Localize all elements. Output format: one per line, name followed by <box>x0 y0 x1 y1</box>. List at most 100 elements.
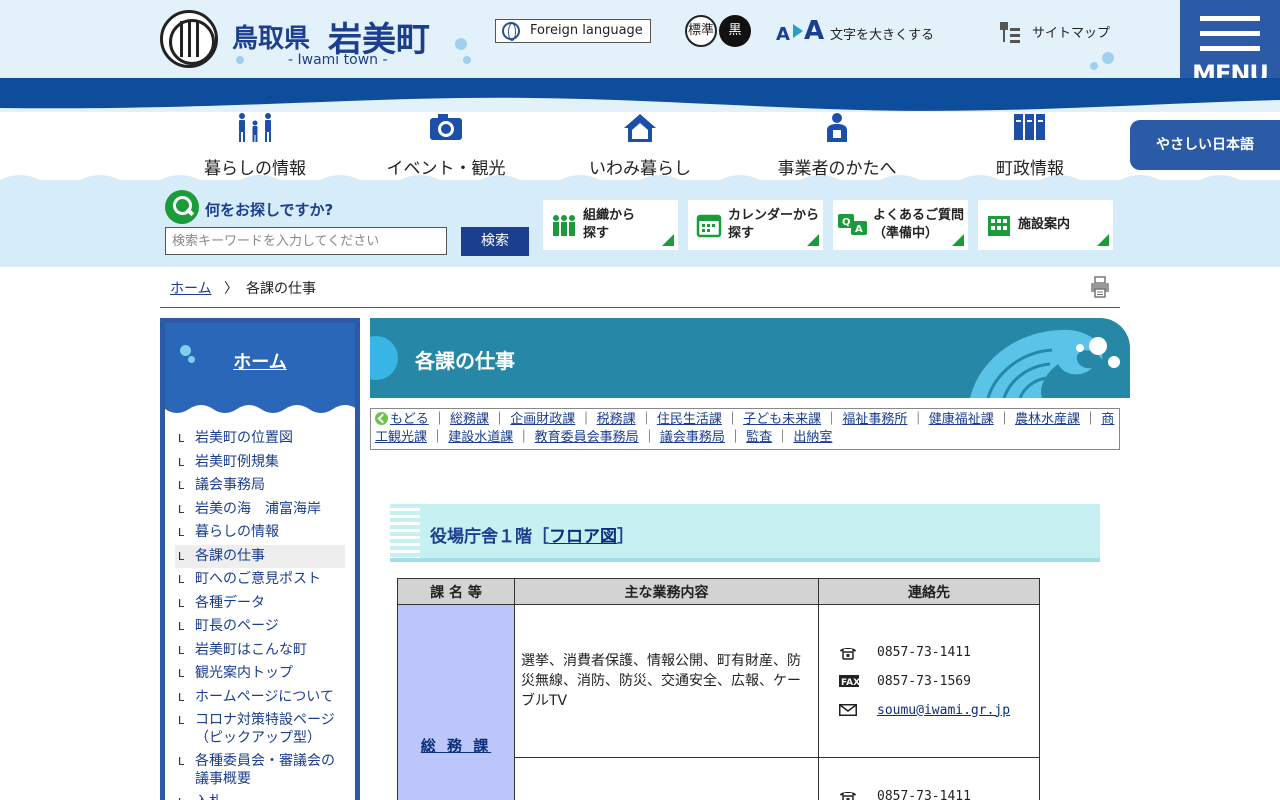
dept-contact-cell: 0857-73-1411 <box>818 757 1040 800</box>
side-nav-item[interactable]: L コロナ対策特設ページ（ピックアップ型） <box>175 709 345 750</box>
dept-link[interactable]: 教育委員会事務局 <box>535 430 639 445</box>
tel-line: 0857-73-1411 <box>837 638 1039 667</box>
side-nav-item-label: 町へのご意見ポスト <box>195 571 321 587</box>
print-icon[interactable] <box>1090 276 1110 298</box>
town-emblem-icon <box>160 10 218 68</box>
quick-link-label: カレンダーから 探す <box>728 208 820 241</box>
dept-link[interactable]: 子ども未来課 <box>743 412 821 427</box>
side-nav-item-label: 岩美町はこんな町 <box>195 641 307 658</box>
side-nav-item-label: 入札 <box>195 794 223 800</box>
floor-heading: 役場庁舎１階［フロア図］ <box>390 504 1100 562</box>
list-marker-icon: L <box>178 596 185 610</box>
side-nav-header-wave <box>165 405 355 419</box>
decor-bubble <box>1090 62 1098 70</box>
side-nav-item[interactable]: L 岩美町例規集 <box>175 451 345 475</box>
decor-bubble <box>463 56 471 64</box>
color-standard-button[interactable]: 標準 <box>685 15 717 47</box>
list-marker-icon: L <box>178 432 185 445</box>
side-nav-item-label: 岩美町の位置図 <box>195 430 293 446</box>
dept-link[interactable]: 建設水道課 <box>448 430 513 445</box>
foreign-language-select[interactable]: Foreign language <box>495 19 651 43</box>
breadcrumb-current: 各課の仕事 <box>246 281 316 297</box>
logo-subtitle: - Iwami town - <box>288 52 388 68</box>
email-link[interactable]: soumu@iwami.gr.jp <box>877 703 1010 718</box>
email-line: soumu@iwami.gr.jp <box>837 696 1039 725</box>
side-nav-item-label: 観光案内トップ <box>195 665 293 681</box>
side-nav-item[interactable]: L 岩美町はこんな町 <box>175 639 345 663</box>
sitemap-label: サイトマップ <box>1032 26 1111 41</box>
side-nav-item[interactable]: L 町長のページ <box>175 615 345 639</box>
globe-icon <box>502 22 520 41</box>
decor-bubble <box>1102 52 1114 64</box>
quick-link-by-calendar[interactable]: カレンダーから 探す <box>688 200 823 250</box>
floor-map-link[interactable]: フロア図 <box>549 527 617 547</box>
side-nav-item[interactable]: L 岩美の海 浦富海岸 <box>175 498 345 522</box>
telephone-icon <box>840 647 856 660</box>
side-nav-item[interactable]: L 岩美町の位置図 <box>175 427 345 451</box>
calendar-icon <box>696 214 722 238</box>
breadcrumb-separator: 〉 <box>224 281 238 297</box>
side-nav-item-label: 岩美町例規集 <box>195 453 279 470</box>
easy-japanese-button[interactable]: やさしい日本語 <box>1130 120 1280 170</box>
side-nav-item[interactable]: L 議会事務局 <box>175 474 345 498</box>
dept-link[interactable]: 福祉事務所 <box>842 412 907 427</box>
side-nav-item[interactable]: L 入札 <box>175 791 345 800</box>
search-input[interactable] <box>165 227 447 255</box>
font-size-label: 文字を大きくする <box>830 28 935 43</box>
color-black-button[interactable]: 黒 <box>719 15 751 47</box>
qa-icon: Q A <box>838 214 867 235</box>
side-nav-item-label: 各課の仕事 <box>195 547 265 564</box>
dept-link[interactable]: 企画財政課 <box>510 412 575 427</box>
dept-link[interactable]: 監査 <box>746 430 772 445</box>
side-nav-item[interactable]: L 各種委員会・審議会の議事概要 <box>175 750 345 791</box>
house-icon <box>624 114 656 142</box>
floor-heading-text: 役場庁舎１階［フロア図］ <box>430 527 634 547</box>
dept-link[interactable]: 出納室 <box>793 430 832 445</box>
side-nav-item[interactable]: L 各課の仕事 <box>175 544 345 568</box>
side-nav-item[interactable]: L 各種データ <box>175 592 345 616</box>
side-nav-item[interactable]: L 町へのご意見ポスト <box>175 568 345 592</box>
dept-link[interactable]: 健康福祉課 <box>929 412 994 427</box>
list-marker-icon: L <box>178 690 185 704</box>
svg-text:A: A <box>855 224 863 235</box>
back-link[interactable]: もどる <box>375 412 429 427</box>
books-icon <box>1014 114 1045 140</box>
business-person-icon <box>827 113 847 142</box>
sitemap-link[interactable]: サイトマップ <box>998 22 1111 43</box>
table-header-cell: 連絡先 <box>818 578 1040 605</box>
side-nav-item[interactable]: L ホームページについて <box>175 686 345 710</box>
side-nav-item-label: 町長のページ <box>195 618 279 634</box>
logo-prefecture: 鳥取県 <box>232 24 311 54</box>
building-icon <box>988 216 1010 236</box>
dept-link[interactable]: 税務課 <box>597 412 636 427</box>
side-nav: ホーム L 岩美町の位置図 L 岩美町例規集 L 議会事務局 L 岩美の海 浦富海岸 L 暮らしの… <box>160 318 360 800</box>
search-band-wave <box>0 175 1280 190</box>
department-table: 課 名 等 主な業務内容 連絡先 総 務 課 選挙、消費者保護、情報公開、町有財… <box>397 578 1040 800</box>
side-nav-home-link[interactable]: ホーム <box>165 348 355 374</box>
list-marker-icon: L <box>178 455 185 469</box>
quick-link-faq[interactable]: Q A よくあるご質問 （準備中） <box>833 200 968 250</box>
site-logo[interactable]: 鳥取県 岩美町 - Iwami town - <box>160 10 460 72</box>
telephone-icon <box>840 792 856 800</box>
back-link-label: もどる <box>390 412 429 427</box>
dept-link[interactable]: 総務課 <box>450 412 489 427</box>
dept-link[interactable]: 住民生活課 <box>657 412 722 427</box>
hamburger-icon <box>1200 16 1260 54</box>
search-button[interactable]: 検索 <box>461 227 529 256</box>
quick-link-by-organization[interactable]: 組織から 探す <box>543 200 678 250</box>
breadcrumb-home-link[interactable]: ホーム <box>170 278 212 298</box>
page-header: 各課の仕事 <box>370 318 1130 398</box>
dept-link[interactable]: 議会事務局 <box>660 430 725 445</box>
dept-name-link[interactable]: 総 務 課 <box>421 737 491 755</box>
fax-number: 0857-73-1569 <box>877 673 971 689</box>
side-nav-item[interactable]: L 観光案内トップ <box>175 662 345 686</box>
wave-illustration-icon <box>970 329 1120 398</box>
side-nav-item[interactable]: L 暮らしの情報 <box>175 521 345 545</box>
list-marker-icon: L <box>178 794 184 800</box>
dept-link[interactable]: 農林水産課 <box>1015 412 1080 427</box>
quick-link-label: 施設案内 <box>1018 217 1071 232</box>
camera-icon <box>430 114 462 140</box>
quick-link-label: 組織から 探す <box>583 208 636 241</box>
side-nav-item-label: 各種委員会・審議会の議事概要 <box>195 753 335 787</box>
quick-link-facilities[interactable]: 施設案内 <box>978 200 1113 250</box>
